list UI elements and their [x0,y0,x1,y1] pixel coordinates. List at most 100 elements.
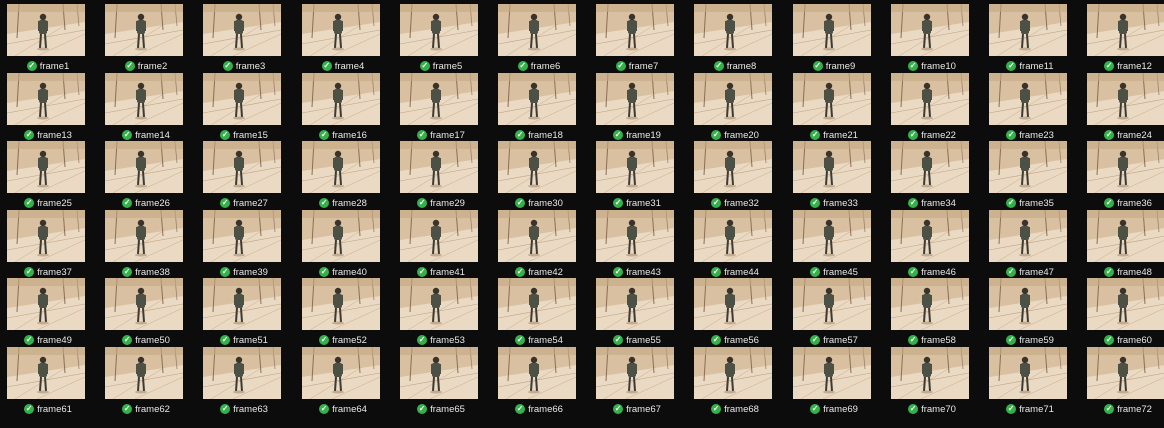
frame-thumbnail-image[interactable] [891,4,969,56]
frame-item[interactable]: ✓ frame38 [98,210,196,282]
frame-item[interactable]: ✓ frame31 [589,141,687,213]
frame-thumbnail-image[interactable] [596,210,674,262]
frame-thumbnail-image[interactable] [302,4,380,56]
frame-item[interactable]: ✓ frame22 [884,73,982,145]
frame-thumbnail-image[interactable] [203,73,281,125]
frame-item[interactable]: ✓ frame59 [982,278,1080,350]
frame-thumbnail-image[interactable] [989,347,1067,399]
frame-item[interactable]: ✓ frame8 [687,4,785,76]
frame-thumbnail-image[interactable] [400,141,478,193]
frame-item[interactable]: ✓ frame67 [589,347,687,419]
frame-item[interactable]: ✓ frame56 [687,278,785,350]
frame-thumbnail-image[interactable] [105,210,183,262]
frame-thumbnail-image[interactable] [7,4,85,56]
frame-item[interactable]: ✓ frame61 [0,347,98,419]
frame-item[interactable]: ✓ frame2 [98,4,196,76]
frame-item[interactable]: ✓ frame63 [196,347,294,419]
frame-item[interactable]: ✓ frame69 [786,347,884,419]
frame-item[interactable]: ✓ frame44 [687,210,785,282]
frame-thumbnail-image[interactable] [498,210,576,262]
frame-thumbnail-image[interactable] [7,141,85,193]
frame-item[interactable]: ✓ frame30 [491,141,589,213]
frame-thumbnail-image[interactable] [793,73,871,125]
frame-item[interactable]: ✓ frame16 [295,73,393,145]
frame-thumbnail-image[interactable] [1087,278,1164,330]
frame-thumbnail-image[interactable] [989,4,1067,56]
frame-thumbnail-image[interactable] [1087,347,1164,399]
frame-item[interactable]: ✓ frame68 [687,347,785,419]
frame-item[interactable]: ✓ frame24 [1080,73,1164,145]
frame-item[interactable]: ✓ frame70 [884,347,982,419]
frame-item[interactable]: ✓ frame28 [295,141,393,213]
frame-thumbnail-image[interactable] [302,73,380,125]
frame-thumbnail-image[interactable] [498,141,576,193]
frame-thumbnail-image[interactable] [1087,4,1164,56]
frame-item[interactable]: ✓ frame6 [491,4,589,76]
frame-thumbnail-image[interactable] [302,347,380,399]
frame-thumbnail-image[interactable] [400,278,478,330]
frame-item[interactable]: ✓ frame15 [196,73,294,145]
frame-thumbnail-image[interactable] [498,347,576,399]
frame-thumbnail-image[interactable] [400,210,478,262]
frame-item[interactable]: ✓ frame3 [196,4,294,76]
frame-item[interactable]: ✓ frame65 [393,347,491,419]
frame-thumbnail-image[interactable] [105,347,183,399]
frame-thumbnail-image[interactable] [105,73,183,125]
frame-thumbnail-image[interactable] [596,73,674,125]
frame-item[interactable]: ✓ frame40 [295,210,393,282]
frame-thumbnail-image[interactable] [793,278,871,330]
frame-thumbnail-image[interactable] [596,141,674,193]
frame-item[interactable]: ✓ frame50 [98,278,196,350]
frame-item[interactable]: ✓ frame14 [98,73,196,145]
frame-thumbnail-image[interactable] [891,347,969,399]
frame-item[interactable]: ✓ frame11 [982,4,1080,76]
frame-thumbnail-image[interactable] [302,278,380,330]
frame-thumbnail-image[interactable] [989,278,1067,330]
frame-thumbnail-image[interactable] [203,4,281,56]
frame-thumbnail-image[interactable] [302,141,380,193]
frame-item[interactable]: ✓ frame39 [196,210,294,282]
frame-item[interactable]: ✓ frame23 [982,73,1080,145]
frame-thumbnail-image[interactable] [694,278,772,330]
frame-item[interactable]: ✓ frame60 [1080,278,1164,350]
frame-item[interactable]: ✓ frame66 [491,347,589,419]
frame-thumbnail-image[interactable] [400,73,478,125]
frame-item[interactable]: ✓ frame26 [98,141,196,213]
frame-thumbnail-image[interactable] [7,73,85,125]
frame-item[interactable]: ✓ frame21 [786,73,884,145]
frame-item[interactable]: ✓ frame19 [589,73,687,145]
frame-item[interactable]: ✓ frame17 [393,73,491,145]
frame-item[interactable]: ✓ frame64 [295,347,393,419]
frame-thumbnail-image[interactable] [498,278,576,330]
frame-item[interactable]: ✓ frame10 [884,4,982,76]
frame-item[interactable]: ✓ frame1 [0,4,98,76]
frame-thumbnail-image[interactable] [498,73,576,125]
frame-thumbnail-image[interactable] [891,73,969,125]
frame-thumbnail-image[interactable] [1087,141,1164,193]
frame-thumbnail-image[interactable] [1087,73,1164,125]
frame-thumbnail-image[interactable] [891,210,969,262]
frame-item[interactable]: ✓ frame54 [491,278,589,350]
frame-thumbnail-image[interactable] [694,347,772,399]
frame-item[interactable]: ✓ frame9 [786,4,884,76]
frame-thumbnail-image[interactable] [989,73,1067,125]
frame-item[interactable]: ✓ frame27 [196,141,294,213]
frame-thumbnail-image[interactable] [891,141,969,193]
frame-item[interactable]: ✓ frame49 [0,278,98,350]
frame-item[interactable]: ✓ frame43 [589,210,687,282]
frame-item[interactable]: ✓ frame35 [982,141,1080,213]
frame-thumbnail-image[interactable] [891,278,969,330]
frame-thumbnail-image[interactable] [694,73,772,125]
frame-item[interactable]: ✓ frame51 [196,278,294,350]
frame-item[interactable]: ✓ frame33 [786,141,884,213]
frame-item[interactable]: ✓ frame7 [589,4,687,76]
frame-item[interactable]: ✓ frame29 [393,141,491,213]
frame-item[interactable]: ✓ frame42 [491,210,589,282]
frame-thumbnail-image[interactable] [694,4,772,56]
frame-item[interactable]: ✓ frame25 [0,141,98,213]
frame-item[interactable]: ✓ frame36 [1080,141,1164,213]
frame-item[interactable]: ✓ frame18 [491,73,589,145]
frame-item[interactable]: ✓ frame53 [393,278,491,350]
frame-thumbnail-image[interactable] [400,4,478,56]
frame-item[interactable]: ✓ frame5 [393,4,491,76]
